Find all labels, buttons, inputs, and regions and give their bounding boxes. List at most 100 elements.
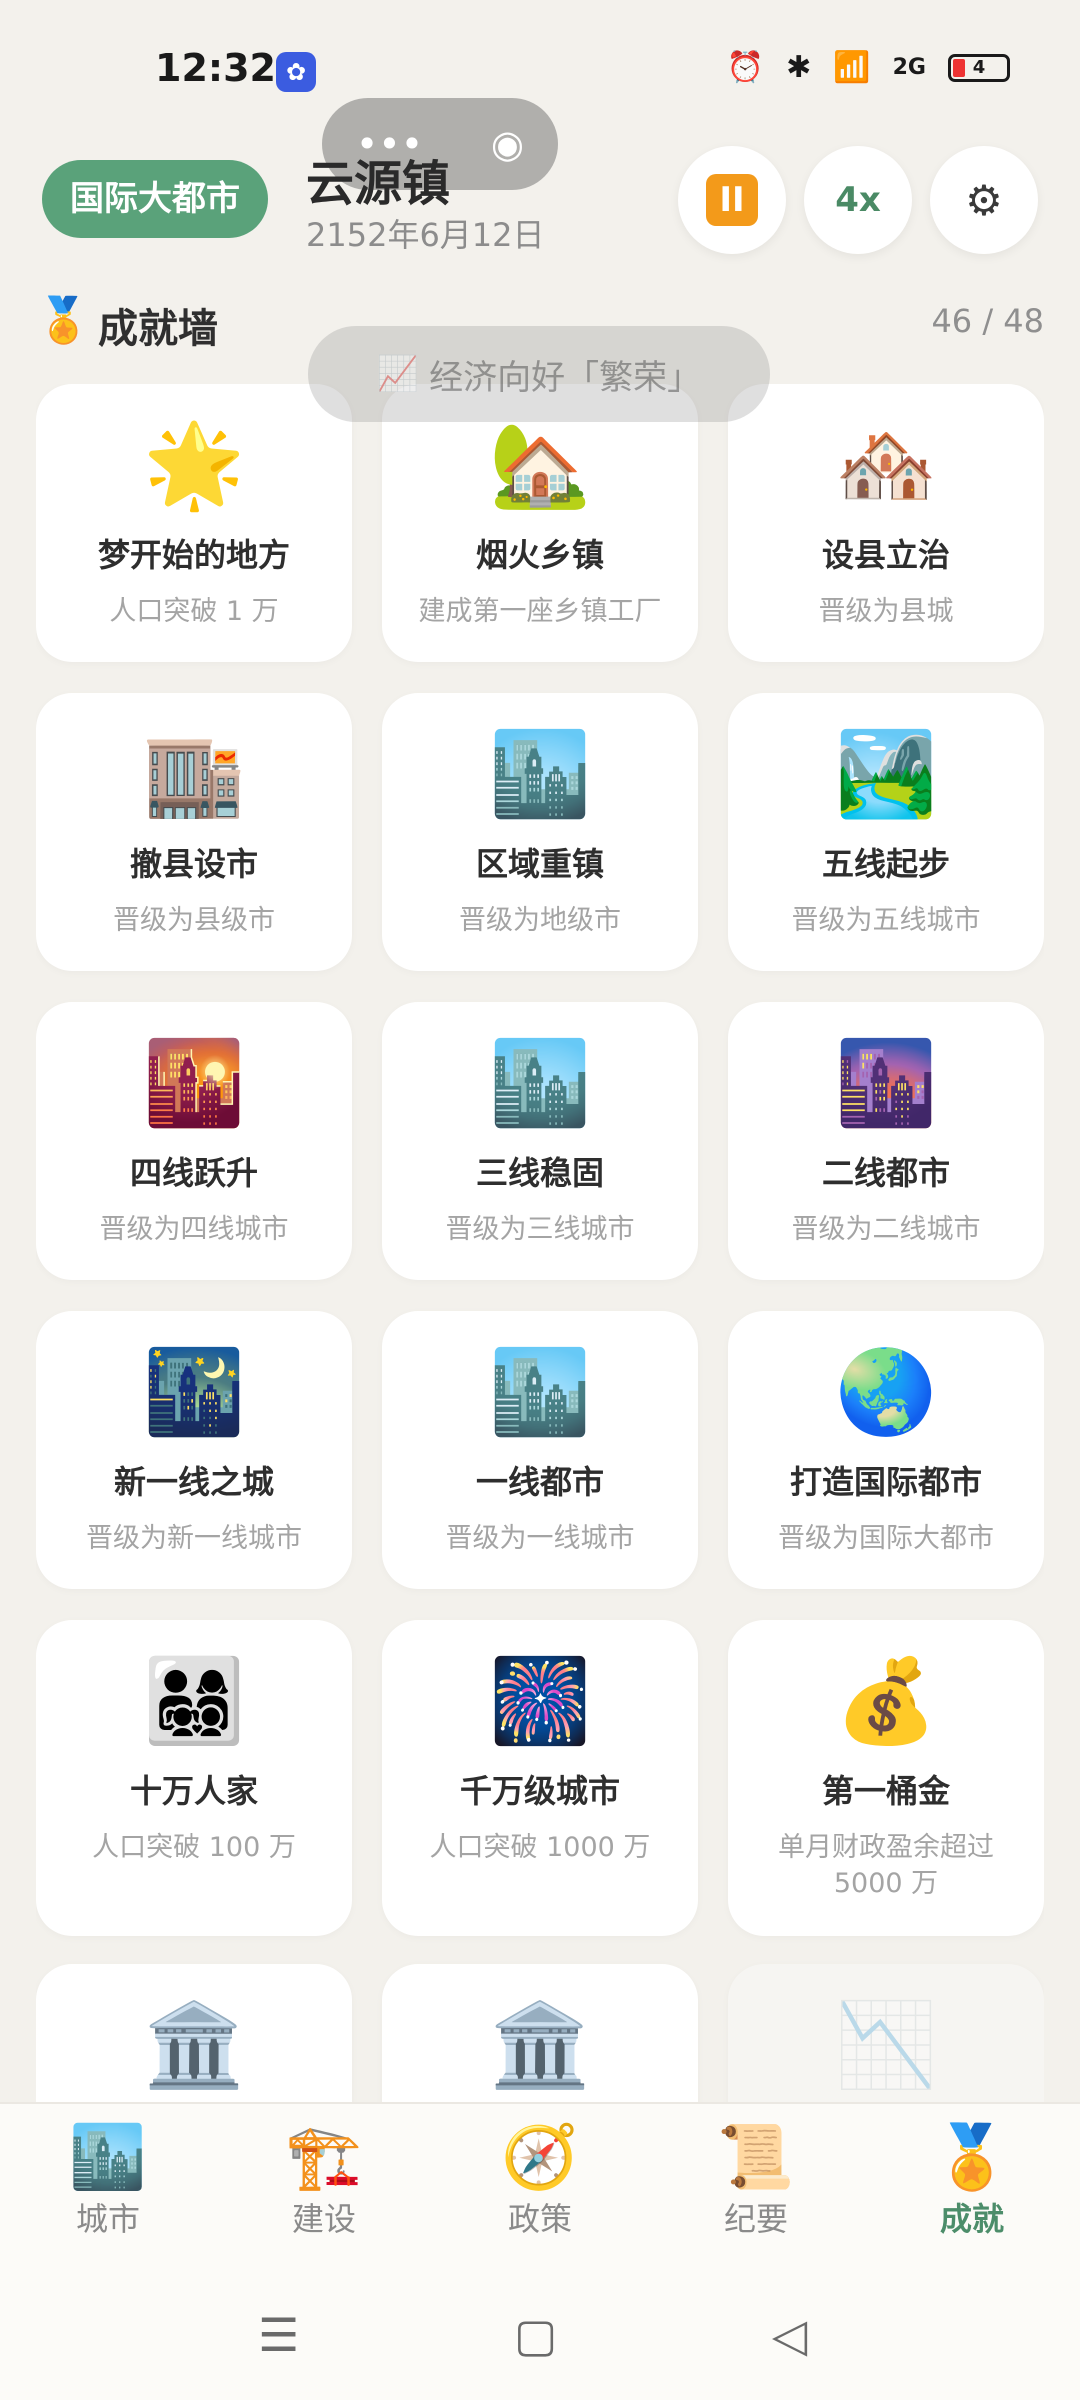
cityscape-icon: 🏙️ [488,1345,592,1440]
achievement-card[interactable]: 🌃 新一线之城 晋级为新一线城市 [36,1311,352,1589]
town-name: 云源镇 [306,156,451,212]
achievement-card[interactable]: 🏛️ [36,1964,352,2102]
tab-label: 政策 [507,2200,572,2238]
achievement-card[interactable]: 🏡 烟火乡镇 建成第一座乡镇工厂 [382,384,698,662]
achievement-progress: 46 / 48 [931,302,1044,340]
wifi-icon: 📶 [833,50,871,85]
achievement-card[interactable]: 🏙️ 一线都市 晋级为一线城市 [382,1311,698,1589]
home-icon[interactable]: ▢ [514,2308,557,2362]
header: 国际大都市 云源镇 2152年6月12日 II 4x ⚙ [0,140,1080,300]
tab-label: 建设 [291,2200,356,2238]
achievement-title: 第一桶金 [821,1772,950,1810]
achievement-desc: 晋级为国际大都市 [778,1523,994,1554]
crane-icon: 🏗️ [285,2120,363,2193]
achievement-title: 新一线之城 [113,1463,274,1501]
achievement-card-locked[interactable]: 📉 [728,1964,1044,2102]
achievement-card[interactable]: 👨‍👩‍👧‍👦 十万人家 人口突破 100 万 [36,1620,352,1936]
achievement-title: 区域重镇 [475,845,604,883]
bank-icon: 🏛️ [142,1998,246,2093]
achievement-card[interactable]: 🌟 梦开始的地方 人口突破 1 万 [36,384,352,662]
city-dusk-icon: 🌆 [834,1036,938,1131]
achievement-title: 二线都市 [821,1154,950,1192]
alarm-icon: ⏰ [726,50,765,85]
achievement-title: 五线起步 [821,845,950,883]
compass-icon: 🧭 [501,2120,579,2193]
tab-label: 纪要 [723,2200,788,2238]
back-icon[interactable]: ◁ [772,2308,807,2362]
app-notification-icon: ✿ [276,52,316,92]
department-store-icon: 🏬 [142,727,246,822]
achievement-desc: 晋级为五线城市 [791,905,981,936]
achievement-desc: 晋级为四线城市 [99,1214,289,1245]
tab-label: 城市 [75,2200,140,2238]
achievement-card[interactable]: 🏬 撤县设市 晋级为县级市 [36,693,352,971]
pause-icon: II [706,174,758,226]
achievement-card[interactable]: 🌇 四线跃升 晋级为四线城市 [36,1002,352,1280]
tab-achievements[interactable]: 🏅 成就 [897,2104,1047,2262]
achievement-desc: 人口突破 1000 万 [429,1832,651,1863]
pause-button[interactable]: II [678,146,786,254]
family-icon: 👨‍👩‍👧‍👦 [142,1654,246,1749]
achievement-card[interactable]: 💰 第一桶金 单月财政盈余超过 5000 万 [728,1620,1044,1936]
cityscape-icon: 🏙️ [488,727,592,822]
toast-text: 经济向好「繁荣」 [429,357,702,398]
menu-icon[interactable]: ☰ [258,2308,299,2362]
tab-policy[interactable]: 🧭 政策 [465,2104,615,2262]
achievement-title: 打造国际都市 [789,1463,982,1501]
settings-button[interactable]: ⚙ [930,146,1038,254]
achievement-desc: 晋级为县级市 [113,905,275,936]
game-date: 2152年6月12日 [306,216,545,254]
city-level-badge[interactable]: 国际大都市 [42,160,268,238]
speed-button[interactable]: 4x [804,146,912,254]
achievement-desc: 建成第一座乡镇工厂 [418,596,662,627]
achievement-desc: 晋级为县城 [818,596,954,627]
globe-icon: 🌏 [834,1345,938,1440]
achievement-card[interactable]: 🏞️ 五线起步 晋级为五线城市 [728,693,1044,971]
achievement-title: 三线稳固 [475,1154,604,1192]
gear-icon: ⚙ [965,175,1003,225]
achievement-desc: 晋级为三线城市 [445,1214,635,1245]
achievement-card[interactable]: 🌆 二线都市 晋级为二线城市 [728,1002,1044,1280]
achievement-card[interactable]: 🌏 打造国际都市 晋级为国际大都市 [728,1311,1044,1589]
achievement-card[interactable]: 🏛️ [382,1964,698,2102]
city-sunset-icon: 🌇 [142,1036,246,1131]
achievement-desc: 晋级为地级市 [459,905,621,936]
achievement-desc: 晋级为二线城市 [791,1214,981,1245]
house-icon: 🏡 [488,418,592,513]
national-park-icon: 🏞️ [834,727,938,822]
achievement-card[interactable]: 🎆 千万级城市 人口突破 1000 万 [382,1620,698,1936]
scroll-icon: 📜 [717,2120,795,2193]
achievement-card[interactable]: 🏙️ 区域重镇 晋级为地级市 [382,693,698,971]
achievement-desc: 晋级为一线城市 [445,1523,635,1554]
achievement-title: 烟火乡镇 [475,536,604,574]
system-icons: ⏰ ✱ 📶 2G 4 [727,50,1010,85]
achievement-title: 一线都市 [475,1463,604,1501]
star-icon: 🌟 [142,418,246,513]
fireworks-icon: 🎆 [488,1654,592,1749]
chart-down-icon: 📉 [834,1998,938,2093]
tab-build[interactable]: 🏗️ 建设 [249,2104,399,2262]
achievement-desc: 人口突破 1 万 [109,596,279,627]
achievement-title: 撤县设市 [129,845,258,883]
night-city-icon: 🌃 [142,1345,246,1440]
system-nav-bar: ☰ ▢ ◁ [0,2262,1080,2400]
achievement-title: 十万人家 [129,1772,258,1810]
achievement-title: 梦开始的地方 [97,536,290,574]
tab-records[interactable]: 📜 纪要 [681,2104,831,2262]
chart-up-icon: 📈 [376,354,420,394]
tab-city[interactable]: 🏙️ 城市 [33,2104,183,2262]
achievement-title: 设县立治 [821,536,950,574]
medal-icon: 🏅 [933,2120,1011,2193]
achievement-card[interactable]: 🏙️ 三线稳固 晋级为三线城市 [382,1002,698,1280]
section-title: 成就墙 [98,306,218,352]
achievement-grid[interactable]: 🌟 梦开始的地方 人口突破 1 万 🏡 烟火乡镇 建成第一座乡镇工厂 🏘️ 设县… [36,384,1044,2102]
achievement-desc: 单月财政盈余超过 5000 万 [778,1832,994,1899]
money-bag-icon: 💰 [834,1654,938,1749]
economy-toast: 📈 经济向好「繁荣」 [308,326,770,422]
achievement-title: 四线跃升 [129,1154,258,1192]
signal-icon: 2G [892,55,926,80]
achievement-card[interactable]: 🏘️ 设县立治 晋级为县城 [728,384,1044,662]
houses-icon: 🏘️ [834,418,938,513]
battery-icon: 4 [948,53,1010,82]
cityscape-icon: 🏙️ [488,1036,592,1131]
